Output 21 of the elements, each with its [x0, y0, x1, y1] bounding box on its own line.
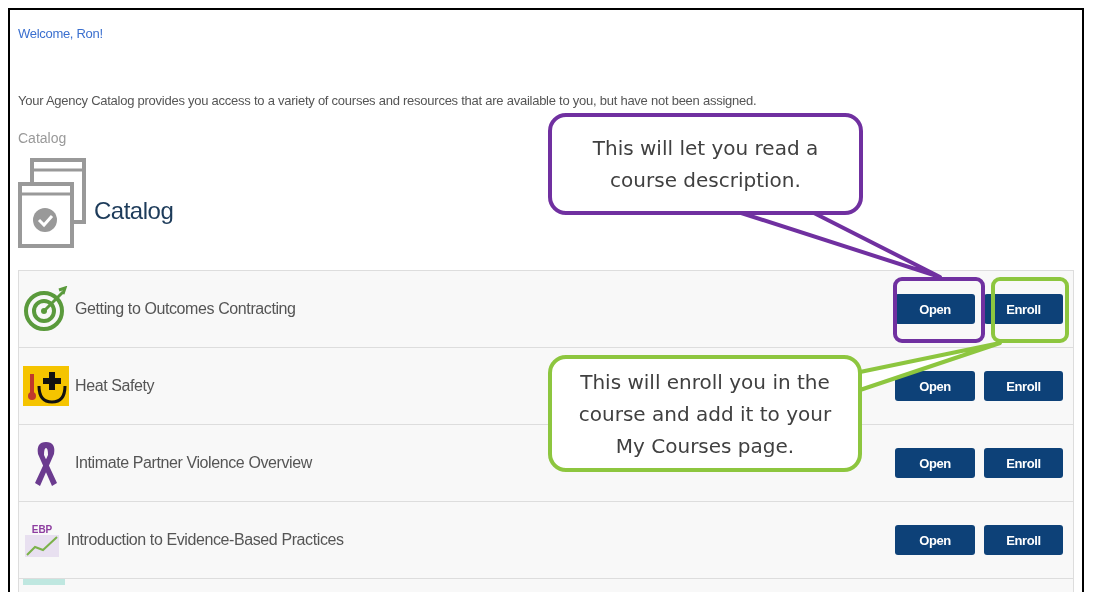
course-title[interactable]: Heat Safety	[75, 377, 155, 395]
catalog-windows-icon	[18, 158, 86, 250]
course-thumbnail	[23, 579, 65, 585]
open-button[interactable]: Open	[895, 448, 975, 478]
course-title[interactable]: Intimate Partner Violence Overview	[75, 454, 312, 472]
target-icon	[23, 286, 69, 332]
open-button[interactable]: Open	[895, 294, 975, 324]
breadcrumb: Catalog	[18, 130, 68, 146]
catalog-heading: Catalog	[94, 197, 174, 225]
enroll-button[interactable]: Enroll	[984, 448, 1063, 478]
enroll-button[interactable]: Enroll	[984, 294, 1063, 324]
heat-safety-icon	[23, 366, 69, 406]
welcome-text: Welcome, Ron!	[18, 26, 104, 41]
course-title[interactable]: Getting to Outcomes Contracting	[75, 300, 296, 318]
enroll-button[interactable]: Enroll	[984, 371, 1063, 401]
course-title[interactable]: Introduction to Evidence-Based Practices	[67, 531, 344, 549]
callout-bubble: This will enroll you in the course and add it to your My Courses page.	[548, 355, 862, 472]
catalog-description: Your Agency Catalog provides you access to a variety of courses and resources that are available to you, but have not been assigned.	[18, 93, 758, 108]
enroll-button[interactable]: Enroll	[984, 525, 1063, 555]
open-button[interactable]: Open	[895, 371, 975, 401]
open-button[interactable]: Open	[895, 525, 975, 555]
